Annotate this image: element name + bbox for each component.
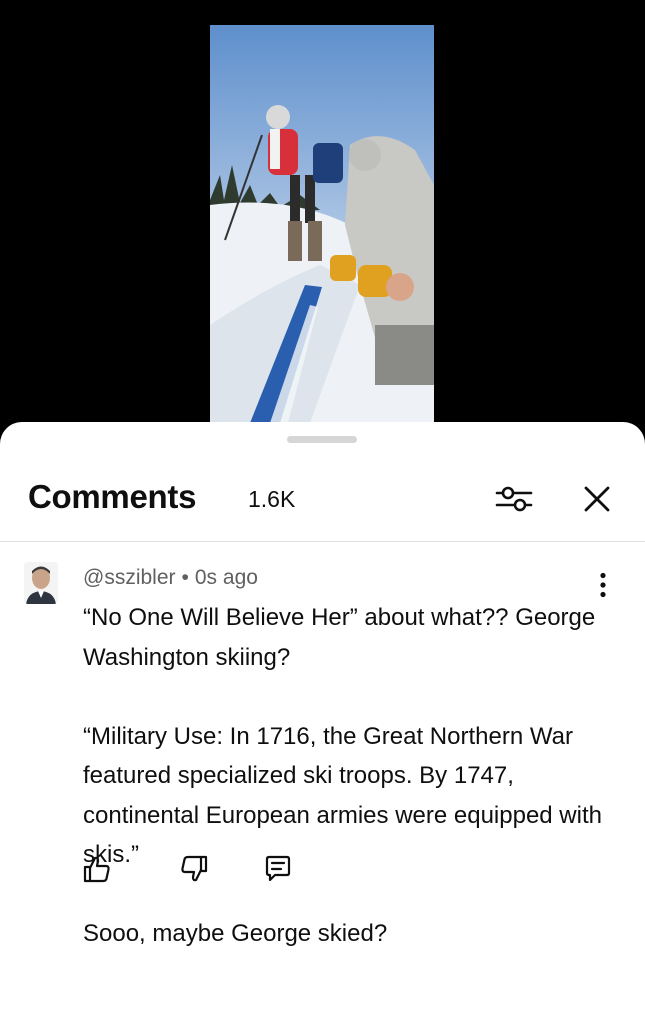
skiing-video-frame [210,25,434,423]
like-button[interactable] [80,852,114,886]
dislike-button[interactable] [177,852,211,886]
reply-button[interactable] [261,852,295,886]
thumbs-up-icon [83,856,110,883]
comment-timestamp: 0s ago [194,566,258,589]
comment-paragraph: “Military Use: In 1716, the Great Northe… [83,722,602,869]
comment-more-button[interactable] [586,568,620,602]
sliders-icon [495,486,533,512]
comment-paragraph: “No One Will Believe Her” about what?? G… [83,604,596,671]
user-avatar-image [24,562,58,604]
sort-filter-button[interactable] [492,477,536,521]
video-player[interactable] [0,0,645,440]
reply-icon [265,855,291,882]
more-vertical-icon [600,572,606,598]
comments-count: 1.6K [248,486,296,512]
comment-item: @sszibler • 0s ago “No One Will Believe He… [0,542,645,1024]
comment-text: “No One Will Believe Her” about what?? G… [83,598,613,954]
thumbs-down-icon [181,855,208,882]
video-frame[interactable] [210,25,434,423]
avatar[interactable] [24,562,58,604]
meta-separator: • [181,566,189,589]
drag-handle[interactable] [287,436,357,443]
comment-paragraph: Sooo, maybe George skied? [83,920,388,947]
close-icon [584,486,610,512]
comments-title: Comments [28,478,197,515]
comments-sheet: Comments 1.6K @sszibler • 0s ago “No One… [0,422,645,1024]
comments-header: Comments 1.6K [0,472,645,522]
close-button[interactable] [575,477,619,521]
comment-author[interactable]: @sszibler [83,566,176,589]
comment-meta: @sszibler • 0s ago [83,566,258,590]
